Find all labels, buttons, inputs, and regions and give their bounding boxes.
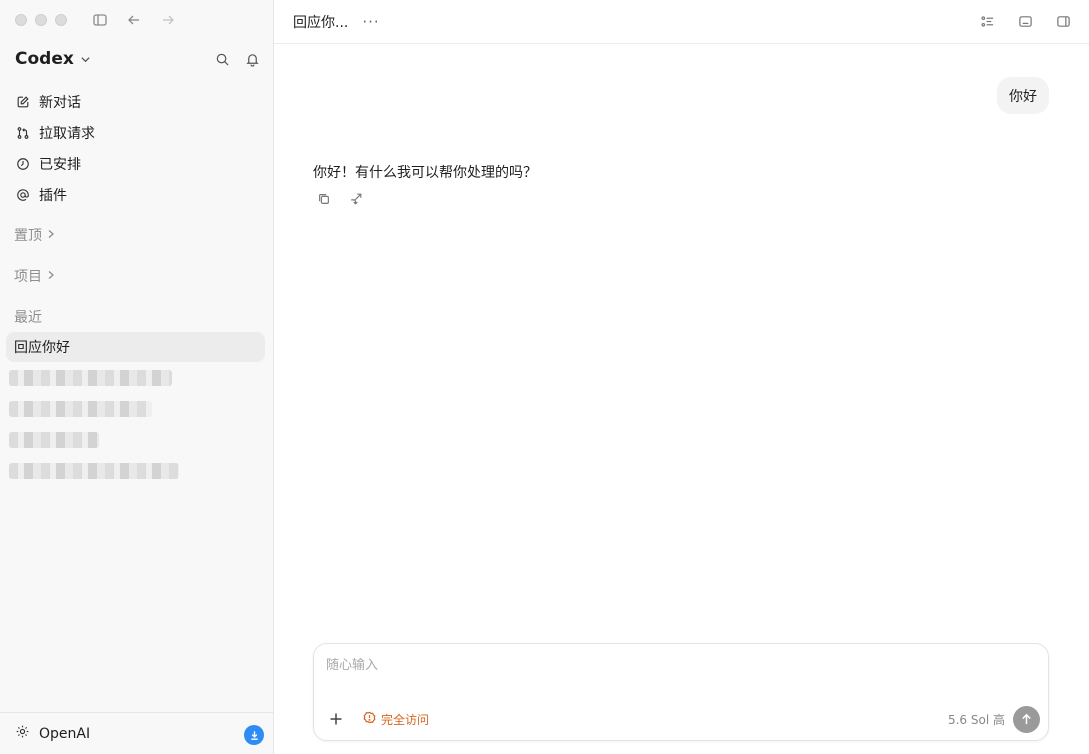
access-mode-label: 完全访问 xyxy=(381,712,430,727)
back-arrow-icon[interactable] xyxy=(124,11,144,29)
chevron-right-icon xyxy=(46,227,56,243)
assistant-message: 你好！有什么我可以帮你处理的吗？ xyxy=(313,165,537,181)
app-window: Codex 新对话 拉取请求 已安排 插件 置顶 项目 最近 回应你好 Open… xyxy=(0,0,1089,754)
search-icon[interactable] xyxy=(212,50,232,68)
workspace-switcher[interactable]: Codex xyxy=(15,49,91,69)
message-actions xyxy=(314,190,366,208)
fork-icon[interactable] xyxy=(346,190,366,208)
recent-item-redacted[interactable] xyxy=(6,456,265,486)
access-mode-button[interactable]: 完全访问 xyxy=(363,711,429,728)
user-message: 你好 xyxy=(997,77,1049,114)
sidebar-top-tools xyxy=(90,11,178,29)
redacted-text xyxy=(9,370,172,386)
recent-list: 回应你好 xyxy=(6,332,265,487)
checklist-icon[interactable] xyxy=(977,12,997,30)
redacted-text xyxy=(9,463,179,479)
arrow-up-icon xyxy=(1022,713,1031,724)
section-label: 项目 xyxy=(14,269,42,285)
message-input[interactable] xyxy=(326,658,1026,673)
sidebar-item-pull-requests[interactable]: 拉取请求 xyxy=(8,117,266,148)
sidebar-item-scheduled[interactable]: 已安排 xyxy=(8,148,266,179)
send-button[interactable] xyxy=(1013,705,1040,733)
main-panel: 回应你... ··· 你好 你好！有什么我可以帮你处理的吗？ 随心输入 完全访问… xyxy=(274,0,1089,754)
chevron-down-icon xyxy=(80,50,91,69)
more-options-icon[interactable]: ··· xyxy=(362,13,379,31)
pull-request-icon xyxy=(15,125,30,140)
section-label: 最近 xyxy=(14,310,42,326)
close-window-button[interactable] xyxy=(15,14,27,26)
download-icon[interactable] xyxy=(244,725,264,745)
gear-icon xyxy=(15,724,30,743)
sidebar-item-label: 已安排 xyxy=(39,156,81,173)
message-composer: 完全访问 5.6 Sol 高 xyxy=(313,643,1049,741)
model-selector[interactable]: 5.6 Sol 高 xyxy=(948,711,1005,728)
recent-item-redacted[interactable] xyxy=(6,425,265,455)
redacted-text xyxy=(9,432,99,448)
copy-icon[interactable] xyxy=(314,190,334,208)
plus-icon[interactable] xyxy=(326,709,346,729)
clock-icon xyxy=(15,156,30,171)
section-pinned[interactable]: 置顶 xyxy=(14,225,56,245)
sidebar-item-new-chat[interactable]: 新对话 xyxy=(8,86,266,117)
at-icon xyxy=(15,187,30,202)
zoom-window-button[interactable] xyxy=(55,14,67,26)
brand-tools xyxy=(212,50,262,68)
terminal-panel-icon[interactable] xyxy=(1015,12,1035,30)
section-recent: 最近 xyxy=(14,307,42,327)
side-panel-icon[interactable] xyxy=(1053,12,1073,30)
sidebar-item-label: 新对话 xyxy=(39,94,81,111)
recent-item-redacted[interactable] xyxy=(6,363,265,393)
header-tools xyxy=(977,12,1073,30)
minimize-window-button[interactable] xyxy=(35,14,47,26)
recent-item-active[interactable]: 回应你好 xyxy=(6,332,265,362)
bell-icon[interactable] xyxy=(242,50,262,68)
recent-item-redacted[interactable] xyxy=(6,394,265,424)
account-footer[interactable]: OpenAI xyxy=(0,712,273,754)
recent-item-label: 回应你好 xyxy=(14,340,70,356)
sidebar: Codex 新对话 拉取请求 已安排 插件 置顶 项目 最近 回应你好 Open… xyxy=(0,0,274,754)
section-label: 置顶 xyxy=(14,228,42,244)
conversation-header: 回应你... ··· xyxy=(274,0,1089,44)
edit-icon xyxy=(15,94,30,109)
warning-icon xyxy=(363,711,376,727)
sidebar-item-label: 插件 xyxy=(39,187,67,204)
sidebar-toggle-icon[interactable] xyxy=(90,11,110,29)
composer-toolbar: 完全访问 5.6 Sol 高 xyxy=(326,705,1040,733)
sidebar-item-label: 拉取请求 xyxy=(39,125,95,142)
sidebar-nav: 新对话 拉取请求 已安排 插件 xyxy=(8,86,266,210)
forward-arrow-icon[interactable] xyxy=(158,11,178,29)
chevron-right-icon xyxy=(46,268,56,284)
redacted-text xyxy=(9,401,152,417)
section-projects[interactable]: 项目 xyxy=(14,266,56,286)
window-controls xyxy=(15,14,67,26)
brand-name: Codex xyxy=(15,49,74,69)
sidebar-item-plugins[interactable]: 插件 xyxy=(8,179,266,210)
account-label: OpenAI xyxy=(39,725,91,742)
conversation-title[interactable]: 回应你... xyxy=(293,12,348,32)
